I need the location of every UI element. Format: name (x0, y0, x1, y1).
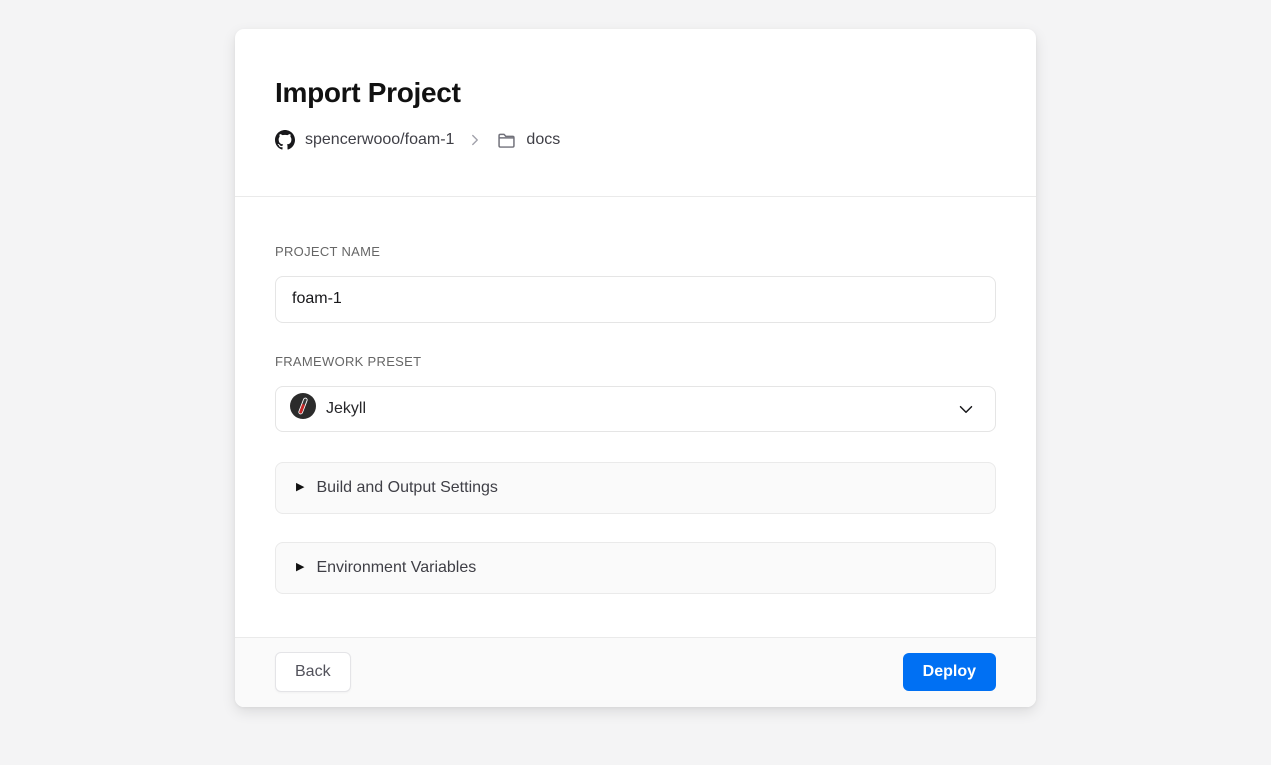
breadcrumb: spencerwooo/foam-1 docs (275, 130, 996, 151)
github-icon (275, 130, 295, 150)
accordion-label: Environment Variables (316, 559, 476, 577)
accordion-environment-variables[interactable]: ▶ Environment Variables (275, 542, 996, 594)
framework-selected-value: Jekyll (326, 400, 366, 418)
import-project-card: Import Project spencerwooo/foam-1 docs (235, 29, 1036, 707)
card-footer: Back Deploy (235, 637, 1036, 707)
deploy-button[interactable]: Deploy (903, 653, 996, 691)
card-body: PROJECT NAME FRAMEWORK PRESET Jekyll (235, 197, 1036, 637)
project-name-input[interactable] (275, 276, 996, 323)
breadcrumb-directory: docs (526, 131, 560, 149)
framework-preset-label: FRAMEWORK PRESET (275, 354, 996, 369)
chevron-down-icon (955, 398, 977, 420)
back-button[interactable]: Back (275, 652, 351, 692)
chevron-right-icon (466, 131, 484, 149)
page-title: Import Project (275, 76, 996, 110)
triangle-right-icon: ▶ (296, 482, 304, 493)
breadcrumb-repo: spencerwooo/foam-1 (305, 131, 454, 149)
accordion-build-output-settings[interactable]: ▶ Build and Output Settings (275, 462, 996, 514)
project-name-label: PROJECT NAME (275, 244, 996, 259)
accordion-label: Build and Output Settings (316, 479, 497, 497)
card-header: Import Project spencerwooo/foam-1 docs (235, 29, 1036, 197)
framework-preset-select[interactable]: Jekyll (275, 386, 996, 432)
folder-icon (496, 130, 517, 151)
jekyll-icon (290, 393, 316, 424)
triangle-right-icon: ▶ (296, 562, 304, 573)
